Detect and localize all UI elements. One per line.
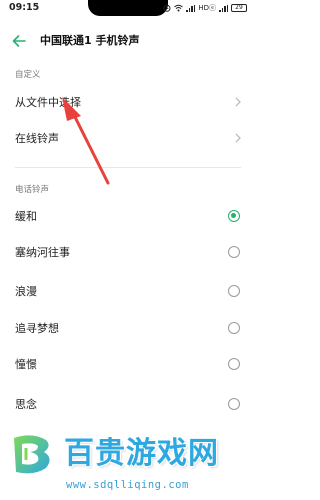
alarm-icon xyxy=(163,4,171,12)
section-label-custom: 自定义 xyxy=(15,70,41,80)
ringtone-label: 缓和 xyxy=(15,210,37,223)
ringtone-label: 塞纳河往事 xyxy=(15,246,70,259)
radio-empty-icon[interactable] xyxy=(228,398,240,410)
ringtone-label: 憧憬 xyxy=(15,358,37,371)
list-item-label: 从文件中选择 xyxy=(15,96,81,109)
watermark-title: 百贵游戏网 xyxy=(64,436,219,471)
network-indicator: HDⓔ xyxy=(198,4,216,12)
ringtone-label: 追寻梦想 xyxy=(15,322,59,335)
ringtone-settings-screen: 09:15 HDⓔ 29 中国联通1 手机铃声 自定义 从文件中选择 在线铃声 … xyxy=(0,0,255,500)
radio-checked-icon[interactable] xyxy=(228,210,240,222)
signal-icon-2 xyxy=(219,4,228,12)
site-logo-icon xyxy=(14,435,50,474)
ringtone-item[interactable]: 追寻梦想 xyxy=(0,310,255,346)
page-title: 中国联通1 手机铃声 xyxy=(40,34,140,47)
arrow-left-icon[interactable] xyxy=(10,32,28,50)
chevron-right-icon xyxy=(235,97,241,107)
signal-icon xyxy=(186,4,196,12)
list-item-label: 在线铃声 xyxy=(15,132,59,145)
radio-empty-icon[interactable] xyxy=(228,285,240,297)
online-ringtone-item[interactable]: 在线铃声 xyxy=(0,120,255,156)
radio-empty-icon[interactable] xyxy=(228,358,240,370)
ringtone-label: 浪漫 xyxy=(15,285,37,298)
wifi-icon xyxy=(174,4,184,12)
battery-icon: 29 xyxy=(231,4,247,12)
ringtone-item[interactable]: 塞纳河往事 xyxy=(0,234,255,270)
radio-empty-icon[interactable] xyxy=(228,322,240,334)
camera-notch xyxy=(88,0,168,16)
watermark: 百贵游戏网 www.sdqlliqing.com xyxy=(0,428,255,500)
status-icons: HDⓔ 29 xyxy=(163,3,247,13)
status-time: 09:15 xyxy=(9,2,40,13)
ringtone-label: 思念 xyxy=(15,398,37,411)
chevron-right-icon xyxy=(235,133,241,143)
ringtone-item[interactable]: 憧憬 xyxy=(0,346,255,382)
ringtone-item[interactable]: 浪漫 xyxy=(0,273,255,309)
ringtone-item[interactable]: 缓和 xyxy=(0,198,255,234)
watermark-url: www.sdqlliqing.com xyxy=(66,479,189,491)
ringtone-item[interactable]: 思念 xyxy=(0,386,255,422)
section-divider xyxy=(15,167,241,168)
radio-empty-icon[interactable] xyxy=(228,246,240,258)
section-label-ringtones: 电话铃声 xyxy=(15,185,50,195)
choose-from-file-item[interactable]: 从文件中选择 xyxy=(0,84,255,120)
page-header: 中国联通1 手机铃声 xyxy=(0,28,255,54)
status-bar: 09:15 HDⓔ 29 xyxy=(0,0,255,18)
